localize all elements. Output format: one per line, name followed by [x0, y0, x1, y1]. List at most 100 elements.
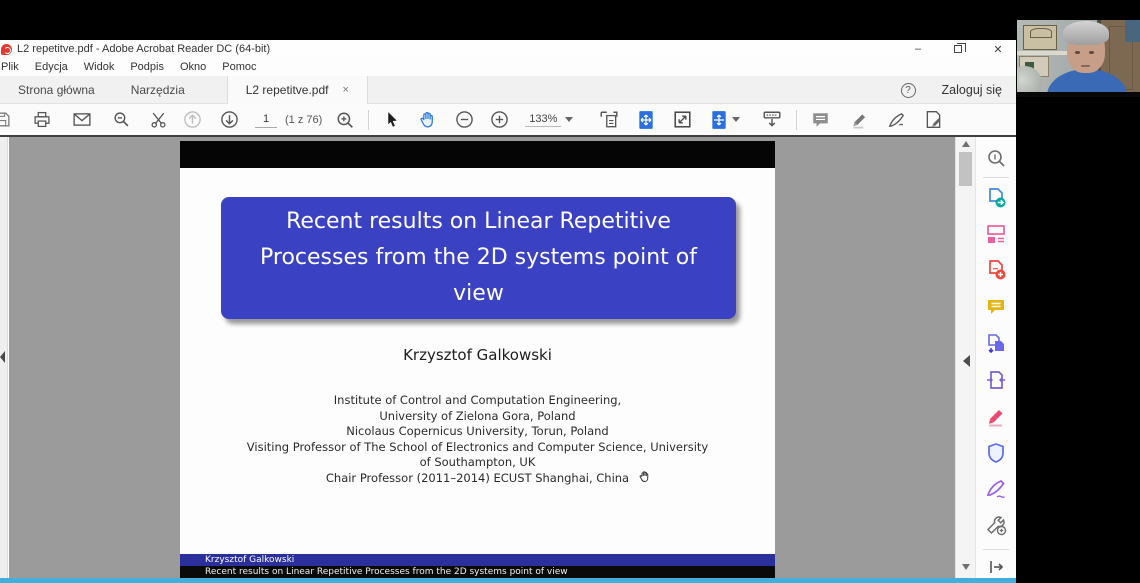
content-area: Recent results on Linear Repetitive Proc…	[0, 137, 1016, 578]
more-tools-page-icon[interactable]	[924, 110, 943, 129]
restore-icon	[954, 45, 962, 53]
protect-pdf-icon[interactable]	[984, 441, 1008, 463]
tab-home[interactable]: Strona główna	[0, 76, 113, 104]
hand-tool-icon[interactable]	[418, 110, 437, 129]
page-view-mode-icon[interactable]	[710, 110, 728, 130]
webcam-person-eye	[1089, 51, 1094, 54]
previous-page-icon[interactable]	[183, 110, 202, 129]
affiliation-line: Institute of Control and Computation Eng…	[180, 393, 775, 409]
slide-top-black-bar	[180, 141, 775, 168]
fill-sign-icon[interactable]	[887, 111, 906, 129]
select-tool-icon[interactable]	[385, 111, 400, 128]
search-tools-icon[interactable]	[984, 147, 1008, 169]
menu-bar: Plik Edycja Widok Podpis Okno Pomoc	[0, 58, 1016, 76]
help-icon[interactable]: ?	[901, 83, 916, 98]
webcam-bottom-bar	[1017, 92, 1140, 97]
menu-pomoc[interactable]: Pomoc	[214, 61, 264, 73]
print-icon[interactable]	[33, 111, 51, 128]
read-mode-icon[interactable]	[762, 110, 782, 129]
webcam-shelf-box	[1023, 25, 1057, 50]
hand-cursor-icon	[638, 469, 651, 484]
fit-page-icon[interactable]	[637, 110, 655, 130]
page-count-label: (1 z 76)	[285, 114, 322, 126]
scrollbar-thumb[interactable]	[959, 152, 972, 186]
slide-footer-author: Krzysztof Galkowski	[205, 555, 294, 565]
slide-footer-title-bar: Recent results on Linear Repetitive Proc…	[180, 566, 775, 578]
document-pane: Recent results on Linear Repetitive Proc…	[9, 137, 955, 578]
export-pdf-icon[interactable]	[984, 186, 1008, 208]
pdf-slide: Recent results on Linear Repetitive Proc…	[180, 141, 775, 578]
scroll-down-icon[interactable]	[962, 564, 970, 570]
fullscreen-icon[interactable]	[673, 110, 692, 129]
acrobat-app-icon	[1, 44, 12, 55]
edit-pdf-icon[interactable]	[984, 405, 1008, 427]
zoom-level-value: 133%	[529, 113, 557, 125]
tab-bar: Strona główna Narzędzia L2 repetitve.pdf…	[0, 76, 1016, 104]
webcam-shelf	[1017, 51, 1067, 55]
search-icon[interactable]	[113, 111, 130, 128]
view-mode-caret-icon[interactable]	[732, 117, 740, 122]
comment-tool-icon[interactable]	[984, 296, 1008, 318]
page-number-input[interactable]	[255, 112, 277, 128]
window-title: L2 repetitve.pdf - Adobe Acrobat Reader …	[17, 43, 270, 55]
slide-author: Krzysztof Galkowski	[180, 346, 775, 364]
menu-okno[interactable]: Okno	[172, 61, 214, 73]
affiliation-line: Visiting Professor of The School of Elec…	[180, 440, 775, 456]
acrobat-window: L2 repetitve.pdf - Adobe Acrobat Reader …	[0, 40, 1016, 583]
affiliation-line: Nicolaus Copernicus University, Torun, P…	[180, 424, 775, 440]
menu-plik[interactable]: Plik	[0, 61, 27, 73]
organize-pages-icon[interactable]	[984, 223, 1008, 245]
tools-panel	[975, 137, 1016, 578]
toolbar-divider	[796, 110, 797, 130]
webcam-window	[1125, 20, 1140, 42]
restore-button[interactable]	[950, 42, 966, 56]
create-pdf-icon[interactable]	[984, 259, 1008, 281]
zoom-caret-icon[interactable]	[565, 117, 573, 122]
snapshot-scissors-icon[interactable]	[150, 111, 167, 128]
zoom-out-icon[interactable]	[455, 110, 474, 129]
tools-panel-collapse-icon[interactable]	[963, 355, 970, 367]
affiliation-line: of Southampton, UK	[180, 455, 775, 471]
panel-divider	[983, 177, 1009, 178]
left-panel-collapse-icon[interactable]	[0, 351, 5, 363]
menu-podpis[interactable]: Podpis	[122, 61, 172, 73]
next-page-icon[interactable]	[220, 110, 239, 129]
webcam-person-eye	[1075, 51, 1080, 54]
main-toolbar: (1 z 76) 133%	[0, 104, 1016, 137]
slide-footer-author-bar: Krzysztof Galkowski	[180, 554, 775, 566]
scrolling-mode-icon[interactable]	[599, 110, 619, 129]
comment-icon[interactable]	[811, 111, 830, 129]
webcam-person-hair	[1063, 21, 1109, 45]
screen: L2 repetitve.pdf - Adobe Acrobat Reader …	[0, 0, 1140, 583]
more-tools-icon[interactable]	[984, 514, 1008, 536]
toolbar-divider	[368, 110, 369, 130]
tab-document-label: L2 repetitve.pdf	[246, 83, 329, 97]
title-bar: L2 repetitve.pdf - Adobe Acrobat Reader …	[0, 40, 1016, 58]
zoom-level-select[interactable]: 133%	[525, 113, 561, 127]
minimize-button[interactable]: –	[910, 42, 926, 56]
save-icon[interactable]	[0, 111, 11, 128]
tab-tools[interactable]: Narzędzia	[113, 76, 203, 104]
webcam-overlay	[1017, 20, 1140, 97]
panel-divider	[983, 549, 1009, 550]
menu-edycja[interactable]: Edycja	[27, 61, 76, 73]
close-button[interactable]: ✕	[990, 42, 1006, 56]
zoom-in-icon[interactable]	[490, 110, 509, 129]
webcam-person-mouth	[1081, 65, 1090, 67]
affiliation-line: University of Zielona Gora, Poland	[180, 409, 775, 425]
menu-widok[interactable]: Widok	[76, 61, 123, 73]
highlight-icon[interactable]	[850, 111, 869, 129]
compress-pdf-icon[interactable]	[984, 368, 1008, 390]
expand-panel-icon[interactable]	[984, 556, 1008, 578]
marquee-zoom-icon[interactable]	[336, 111, 354, 129]
combine-files-icon[interactable]	[984, 332, 1008, 354]
screenshare-border	[0, 578, 1016, 583]
sign-in-button[interactable]: Zaloguj się	[942, 83, 1002, 97]
slide-footer-title: Recent results on Linear Repetitive Proc…	[205, 567, 568, 577]
scroll-up-icon[interactable]	[962, 141, 970, 147]
fill-and-sign-icon[interactable]	[984, 478, 1008, 500]
slide-title: Recent results on Linear Repetitive Proc…	[233, 204, 724, 312]
tab-document[interactable]: L2 repetitve.pdf ×	[227, 76, 368, 104]
email-icon[interactable]	[73, 112, 91, 127]
tab-close-icon[interactable]: ×	[342, 84, 348, 96]
